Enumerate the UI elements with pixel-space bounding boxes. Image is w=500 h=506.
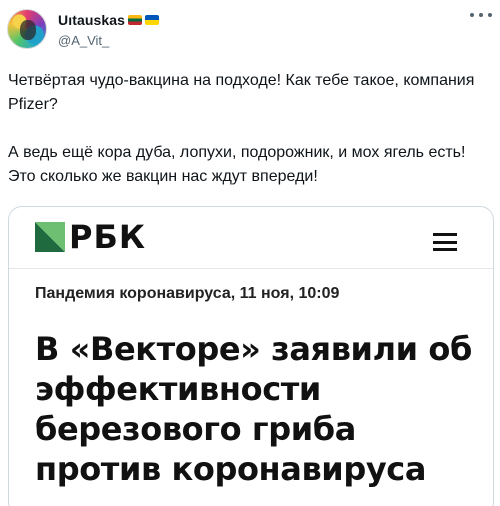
user-handle[interactable]: @A_Vit_ [58, 33, 109, 48]
display-name[interactable]: Uıtauskas [58, 12, 125, 28]
rbc-header-bar: РБК [9, 207, 493, 269]
dot [470, 13, 474, 17]
rbc-brand: РБК [69, 218, 146, 256]
article-headline: В «Векторе» заявили об эффективности бер… [35, 330, 472, 488]
rbc-logo-mark [35, 222, 65, 252]
tweet-paragraph: А ведь ещё кора дуба, лопухи, подорожник… [8, 144, 466, 185]
lithuania-flag-icon [128, 15, 143, 25]
tweet-header: Uıtauskas @A_Vit_ [0, 0, 500, 62]
author-name-row[interactable]: Uıtauskas [58, 12, 160, 28]
dot [479, 13, 483, 17]
hamburger-menu-icon [433, 233, 457, 251]
avatar-face [20, 20, 36, 40]
attached-image[interactable]: РБК Пандемия коронавируса, 11 ноя, 10:09… [8, 206, 494, 506]
tweet-text: Четвёртая чудо-вакцина на подходе! Как т… [8, 69, 496, 189]
avatar[interactable] [7, 9, 47, 49]
ukraine-flag-icon [145, 15, 160, 25]
article-meta: Пандемия коронавируса, 11 ноя, 10:09 [35, 285, 340, 302]
tweet-paragraph: Четвёртая чудо-вакцина на подходе! Как т… [8, 72, 475, 113]
more-dots-icon[interactable] [470, 8, 492, 22]
dot [488, 13, 492, 17]
rbc-logo: РБК [35, 221, 146, 253]
